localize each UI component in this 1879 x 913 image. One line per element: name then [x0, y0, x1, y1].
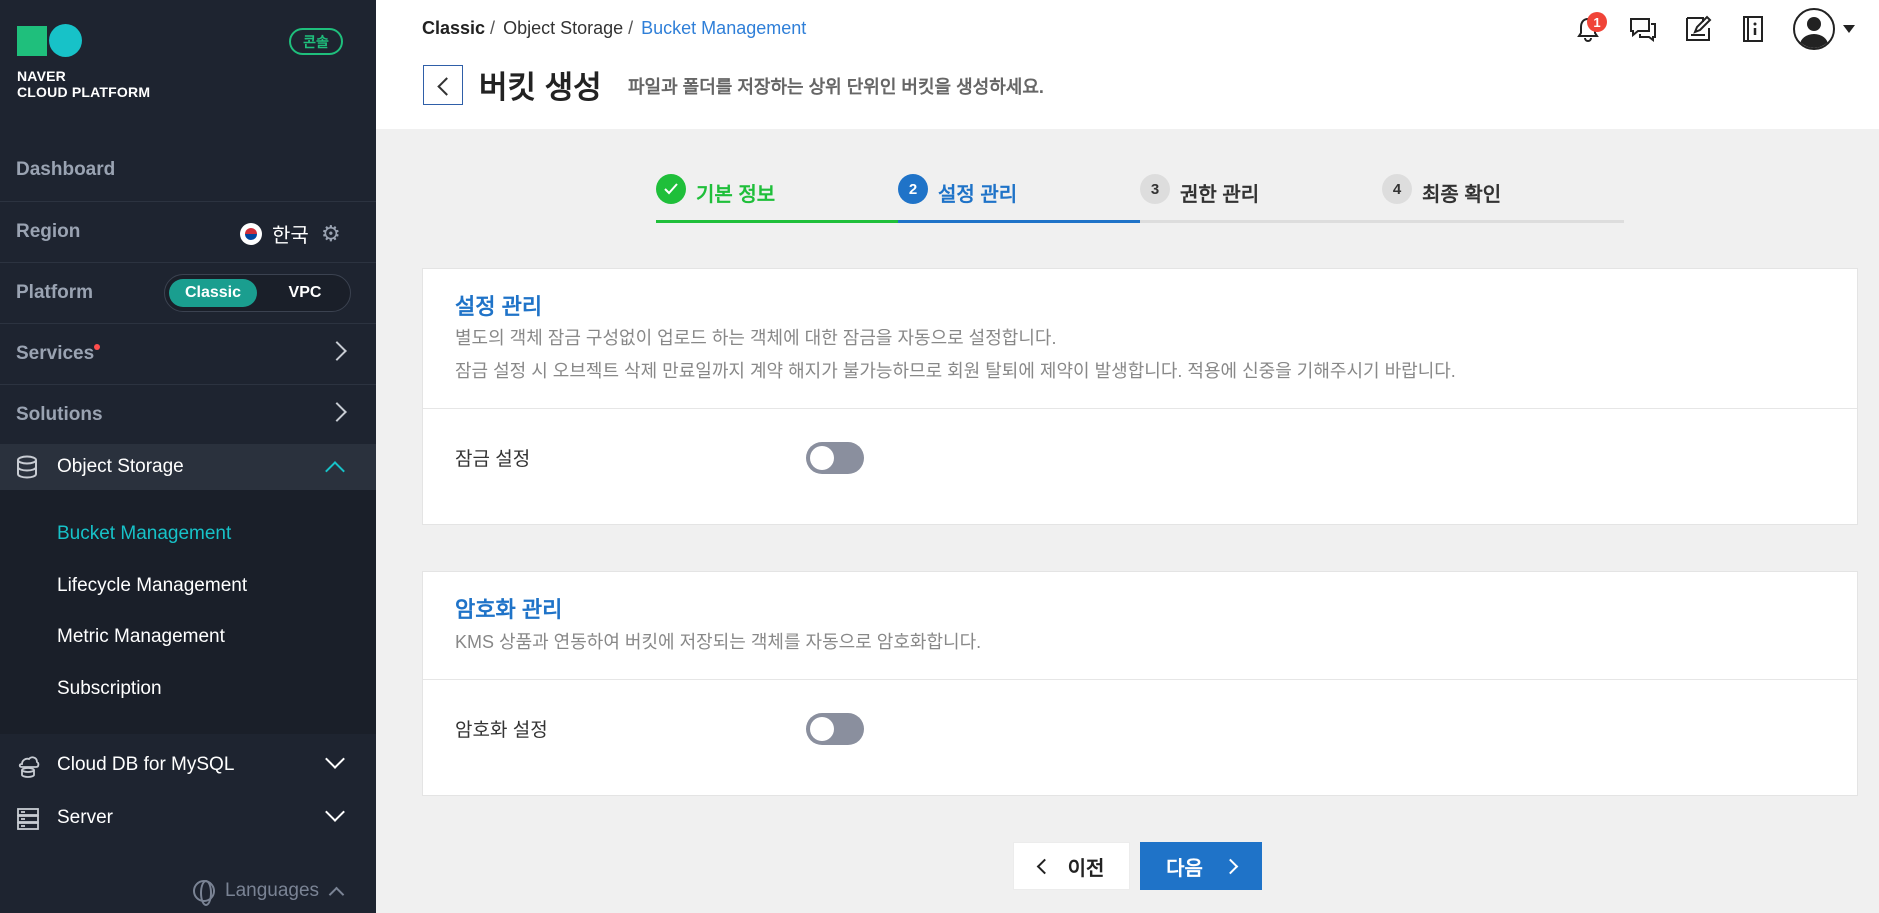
step-permissions: 3 권한 관리: [1140, 174, 1382, 223]
page-description: 파일과 폴더를 저장하는 상위 단위인 버킷을 생성하세요.: [628, 77, 1044, 97]
logo-line1: NAVER: [17, 68, 66, 84]
prev-button-label: 이전: [1067, 857, 1105, 880]
user-avatar-icon[interactable]: [1793, 8, 1835, 50]
naver-cloud-logo[interactable]: NAVER CLOUD PLATFORM: [17, 24, 150, 100]
breadcrumb-classic[interactable]: Classic: [422, 18, 485, 39]
panel-title: 암호화 관리: [455, 597, 563, 622]
panel-description: KMS 상품과 연동하여 버킷에 저장되는 객체를 자동으로 암호화합니다.: [455, 632, 982, 652]
chevron-right-icon: [327, 402, 347, 422]
encryption-settings-panel: 암호화 관리 KMS 상품과 연동하여 버킷에 저장되는 객체를 자동으로 암호…: [422, 571, 1858, 796]
nav-solutions-label: Solutions: [16, 403, 103, 425]
step-number: 2: [898, 174, 928, 204]
lock-settings-panel: 설정 관리 별도의 객체 잠금 구성없이 업로드 하는 객체에 대한 잠금을 자…: [422, 268, 1858, 525]
info-book-icon[interactable]: [1738, 14, 1768, 44]
nav-solutions[interactable]: Solutions: [0, 384, 376, 444]
step-label: 설정 관리: [938, 184, 1018, 206]
submenu-metric-management[interactable]: Metric Management: [57, 626, 225, 648]
object-storage-submenu: Bucket Management Lifecycle Management M…: [0, 490, 376, 734]
nav-dashboard[interactable]: Dashboard: [0, 140, 376, 200]
memo-icon[interactable]: [1683, 14, 1713, 44]
gear-icon[interactable]: ⚙: [321, 221, 341, 247]
encryption-setting-label: 암호화 설정: [455, 720, 548, 741]
panel-description: 별도의 객체 잠금 구성없이 업로드 하는 객체에 대한 잠금을 자동으로 설정…: [455, 322, 1456, 388]
chevron-down-icon: [325, 749, 345, 769]
nav-platform-label: Platform: [16, 281, 94, 303]
next-button-label: 다음: [1166, 857, 1203, 880]
next-button[interactable]: 다음: [1140, 842, 1262, 890]
chevron-up-icon: [328, 886, 345, 902]
chevron-left-icon: [1036, 858, 1052, 874]
page-header: Classic / Object Storage / Bucket Manage…: [376, 0, 1879, 129]
step-number: 4: [1382, 174, 1412, 204]
submenu-lifecycle-management[interactable]: Lifecycle Management: [57, 575, 247, 597]
nav-platform: Platform Classic VPC: [0, 262, 376, 322]
notification-badge: 1: [1587, 12, 1607, 32]
breadcrumb-separator: /: [490, 18, 496, 38]
nav-region: Region 한국 ⚙: [0, 201, 376, 261]
nav-object-storage-label: Object Storage: [57, 456, 184, 477]
chevron-up-icon: [325, 461, 345, 481]
panel-title: 설정 관리: [455, 294, 543, 319]
divider: [423, 679, 1857, 680]
globe-icon: [193, 880, 215, 906]
bell-icon[interactable]: 1: [1573, 12, 1607, 44]
page-title: 버킷 생성: [479, 70, 602, 105]
chevron-down-icon: [325, 802, 345, 822]
nav-services-label: Services: [16, 342, 95, 364]
breadcrumb-object-storage[interactable]: Object Storage: [503, 18, 623, 39]
nav-server[interactable]: Server: [0, 793, 376, 845]
nav-dashboard-label: Dashboard: [16, 159, 116, 180]
breadcrumb-separator: /: [628, 18, 634, 38]
step-label: 기본 정보: [696, 184, 776, 206]
nav-object-storage[interactable]: Object Storage: [0, 444, 376, 490]
panel-desc-line: 별도의 객체 잠금 구성없이 업로드 하는 객체에 대한 잠금을 자동으로 설정…: [455, 328, 1057, 348]
logo-line2: CLOUD PLATFORM: [17, 84, 151, 100]
back-button[interactable]: [423, 65, 463, 105]
check-icon: [656, 174, 686, 204]
platform-vpc-option[interactable]: VPC: [275, 279, 335, 307]
korea-flag-icon: [240, 222, 262, 245]
nav-cloud-db-mysql[interactable]: Cloud DB for MySQL: [0, 740, 376, 792]
chat-icon[interactable]: [1628, 14, 1658, 44]
languages-selector[interactable]: Languages: [193, 880, 345, 906]
cloud-db-icon: [18, 756, 40, 778]
nav-cloud-db-label: Cloud DB for MySQL: [57, 754, 235, 775]
console-badge[interactable]: 콘솔: [289, 28, 343, 55]
languages-label: Languages: [225, 880, 320, 901]
nav-region-label: Region: [16, 220, 81, 242]
logo-text: NAVER CLOUD PLATFORM: [17, 68, 150, 100]
prev-button[interactable]: 이전: [1013, 842, 1130, 890]
sidebar: NAVER CLOUD PLATFORM 콘솔 Dashboard Region…: [0, 0, 376, 913]
region-selector[interactable]: 한국: [240, 219, 309, 248]
caret-down-icon[interactable]: [1843, 25, 1855, 33]
platform-toggle: Classic VPC: [164, 274, 351, 312]
step-basic-info: 기본 정보: [656, 174, 898, 223]
breadcrumb-bucket-management[interactable]: Bucket Management: [641, 18, 806, 39]
nav-services[interactable]: Services: [0, 323, 376, 383]
divider: [423, 408, 1857, 409]
nav-server-label: Server: [57, 807, 113, 828]
new-indicator-dot: [94, 344, 100, 350]
progress-stepper: 기본 정보 2 설정 관리 3 권한 관리 4 최종 확인: [656, 174, 1624, 223]
step-settings: 2 설정 관리: [898, 174, 1140, 223]
platform-classic-option[interactable]: Classic: [169, 279, 257, 307]
panel-desc-line: 잠금 설정 시 오브젝트 삭제 만료일까지 계약 해지가 불가능하므로 회원 탈…: [455, 361, 1456, 381]
lock-setting-toggle[interactable]: [806, 442, 864, 474]
chevron-right-icon: [327, 341, 347, 361]
submenu-bucket-management[interactable]: Bucket Management: [57, 523, 231, 545]
region-value: 한국: [272, 225, 309, 247]
encryption-setting-toggle[interactable]: [806, 713, 864, 745]
database-icon: [17, 455, 37, 479]
step-final-confirm: 4 최종 확인: [1382, 174, 1624, 223]
logo-mark: [17, 24, 150, 57]
step-label: 최종 확인: [1422, 184, 1502, 206]
step-label: 권한 관리: [1180, 184, 1260, 206]
header-icons: 1: [1548, 8, 1855, 50]
step-number: 3: [1140, 174, 1170, 204]
breadcrumb: Classic / Object Storage / Bucket Manage…: [422, 18, 806, 39]
lock-setting-label: 잠금 설정: [455, 449, 531, 470]
submenu-subscription[interactable]: Subscription: [57, 678, 162, 700]
chevron-right-icon: [1222, 858, 1239, 874]
server-icon: [17, 808, 39, 830]
